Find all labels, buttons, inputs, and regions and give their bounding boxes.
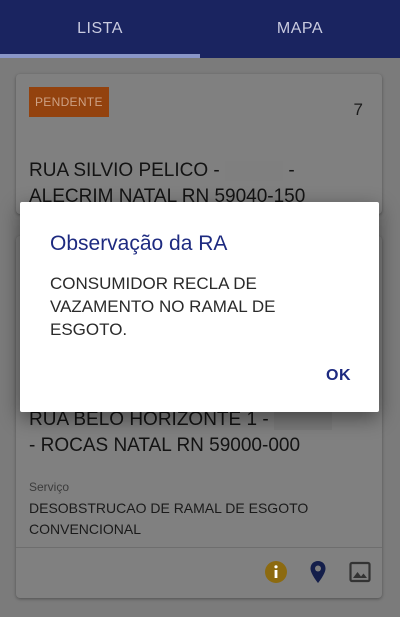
observation-dialog: Observação da RA CONSUMIDOR RECLA DE VAZ… (20, 202, 379, 412)
dialog-scrim: Observação da RA CONSUMIDOR RECLA DE VAZ… (0, 0, 400, 617)
ok-button[interactable]: OK (326, 367, 351, 385)
dialog-message: CONSUMIDOR RECLA DE VAZAMENTO NO RAMAL D… (50, 274, 276, 339)
dialog-title: Observação da RA (50, 232, 228, 255)
